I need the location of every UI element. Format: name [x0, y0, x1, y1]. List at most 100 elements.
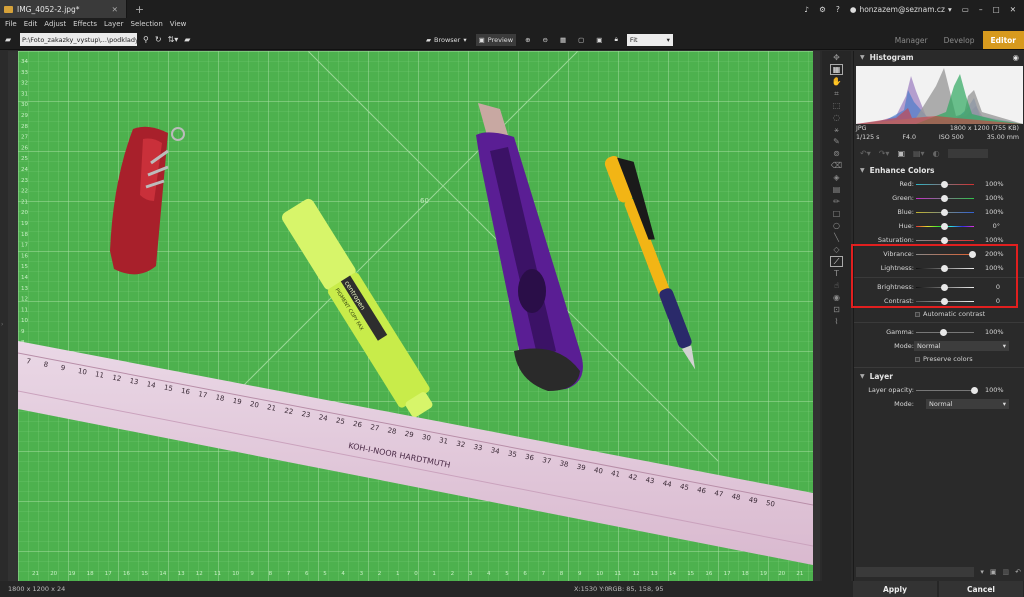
menu-edit[interactable]: Edit	[24, 20, 38, 28]
image-canvas[interactable]: 60 34 33 32 31 30 29 28 27 26 25 24 23 22 21 20 19 18 17 1…	[1, 51, 820, 581]
browser-button[interactable]: ▰ Browser ▾	[423, 34, 470, 46]
line-icon[interactable]: ╲	[830, 232, 843, 243]
fill-icon[interactable]: ◈	[830, 172, 843, 183]
lasso-icon[interactable]: ◌	[830, 112, 843, 123]
sort-icon[interactable]: ⇅▾	[168, 35, 179, 44]
stamp-icon[interactable]: ⊡	[830, 304, 843, 315]
user-account[interactable]: ● honzazem@seznam.cz ▾	[850, 5, 952, 14]
layer-mode-select[interactable]: Normal ▾	[926, 399, 1009, 409]
highlight-box	[851, 244, 1018, 308]
zoom-out-icon[interactable]: ⊖	[540, 34, 551, 46]
new-tab-icon[interactable]: +	[135, 3, 144, 16]
mat-side-number: 19	[21, 221, 28, 227]
eraser-icon[interactable]: ⌫	[830, 160, 843, 171]
tab-manager[interactable]: Manager	[887, 31, 936, 49]
warp-icon[interactable]: ⌇	[830, 316, 843, 327]
preserve-colors-checkbox[interactable]: Preserve colors	[915, 355, 973, 363]
smudge-icon[interactable]: ☝	[830, 280, 843, 291]
menu-effects[interactable]: Effects	[73, 20, 97, 28]
menu-selection[interactable]: Selection	[131, 20, 163, 28]
lock-icon[interactable]: 🔒︎	[611, 33, 620, 46]
window-restore-icon[interactable]: ▭	[962, 5, 969, 14]
menu-layer[interactable]: Layer	[104, 20, 124, 28]
menu-file[interactable]: File	[5, 20, 17, 28]
search-icon[interactable]: ⚲	[143, 35, 149, 44]
slider-knob[interactable]	[941, 195, 948, 202]
layer-header[interactable]: ▼ Layer	[854, 370, 1024, 383]
color-picker-icon[interactable]: ⟋	[830, 256, 843, 267]
maximize-icon[interactable]: □	[993, 5, 1000, 14]
fit-icon[interactable]: ▢	[575, 34, 587, 46]
adjustment-panel: ▼ Histogram ◉ JPG 1800 x 1200 (755 KB) 1/12…	[851, 51, 1024, 581]
mat-bottom-number: 13	[178, 571, 185, 577]
redeye-icon[interactable]: ◉	[830, 292, 843, 303]
layer-opacity-row: Layer opacity: 100%	[854, 383, 1024, 397]
crop-icon[interactable]: ⌗	[830, 88, 843, 99]
opacity-slider-knob[interactable]	[971, 387, 978, 394]
delete-icon[interactable]: ▥	[1003, 568, 1010, 576]
gamma-slider-knob[interactable]	[940, 329, 947, 336]
enhance-colors-header[interactable]: ▼ Enhance Colors	[854, 164, 1024, 177]
path-field[interactable]: P:\Foto_zakazky_vystup\...\podklady	[20, 33, 137, 46]
tab-editor[interactable]: Editor	[982, 31, 1024, 49]
slider-knob[interactable]	[941, 237, 948, 244]
rect-select-icon[interactable]: ⬚	[830, 100, 843, 111]
menu-adjust[interactable]: Adjust	[44, 20, 66, 28]
brush-icon[interactable]: ✎	[830, 136, 843, 147]
redo-icon[interactable]: ↷▾	[879, 149, 890, 158]
mat-bottom-number: 19	[760, 571, 767, 577]
histogram-options-icon[interactable]: ◉	[1012, 53, 1019, 62]
preset-select[interactable]	[856, 566, 975, 577]
move-icon[interactable]: ✥	[830, 52, 843, 63]
left-panel-toggle-icon[interactable]: ›	[1, 321, 3, 328]
preset-icon[interactable]	[947, 148, 988, 158]
blend-mode-select[interactable]: Normal ▾	[914, 341, 1009, 351]
pencil-icon[interactable]: ✏	[830, 196, 843, 207]
slider-knob[interactable]	[941, 209, 948, 216]
clone-icon[interactable]: ⊚	[830, 148, 843, 159]
gradient-icon[interactable]: ▤	[830, 184, 843, 195]
histogram-header[interactable]: ▼ Histogram ◉	[854, 51, 1024, 64]
apply-button[interactable]: Apply	[853, 581, 937, 597]
selection-tool-icon[interactable]: ▦	[830, 64, 843, 75]
opacity-slider-track[interactable]	[916, 390, 974, 391]
actual-size-icon[interactable]: ▦	[557, 34, 569, 46]
notification-bell-icon[interactable]: ♪	[804, 5, 809, 14]
zoom-select[interactable]: Fit ▾	[626, 33, 673, 46]
text-icon[interactable]: T	[830, 268, 843, 279]
close-tab-icon[interactable]: ✕	[112, 5, 118, 14]
shape-icon[interactable]: ◇	[830, 244, 843, 255]
filter-icon[interactable]: ◐	[933, 149, 940, 158]
tab-develop[interactable]: Develop	[936, 31, 983, 49]
fill-icon[interactable]: ▣	[593, 34, 605, 46]
adjust-icon[interactable]: ▤▾	[913, 149, 925, 158]
mat-side-number: 18	[21, 232, 28, 238]
enhance-colors-title: Enhance Colors	[869, 166, 935, 175]
help-icon[interactable]: ?	[836, 5, 840, 14]
zoom-in-icon[interactable]: ⊕	[522, 34, 533, 46]
auto-contrast-checkbox[interactable]: Automatic contrast	[915, 310, 985, 318]
settings-gear-icon[interactable]: ⚙	[819, 5, 826, 14]
menu-view[interactable]: View	[170, 20, 187, 28]
rectangle-icon[interactable]: □	[830, 208, 843, 219]
save-icon[interactable]: ▣	[990, 568, 997, 576]
document-tab[interactable]: IMG_4052-2.jpg* ✕	[0, 0, 127, 18]
reset-icon[interactable]: ↶	[1015, 568, 1021, 576]
save-preset-icon[interactable]: ▾	[980, 568, 984, 576]
ellipse-icon[interactable]: ○	[830, 220, 843, 231]
image-icon[interactable]: ▣	[897, 149, 905, 158]
refresh-icon[interactable]: ↻	[155, 35, 162, 44]
open-folder-icon[interactable]: ▰	[184, 35, 190, 44]
undo-icon[interactable]: ↶▾	[860, 149, 871, 158]
preview-button[interactable]: ▣ Preview	[475, 33, 517, 46]
close-window-icon[interactable]: ✕	[1010, 5, 1016, 14]
hand-icon[interactable]: ✋	[830, 76, 843, 87]
minimize-icon[interactable]: –	[979, 5, 983, 14]
magic-wand-icon[interactable]: ⚹	[830, 124, 843, 135]
slider-knob[interactable]	[941, 181, 948, 188]
cancel-button[interactable]: Cancel	[939, 581, 1023, 597]
folder-icon: ▰	[426, 35, 431, 44]
slider-knob[interactable]	[941, 223, 948, 230]
folder-icon[interactable]: ▰	[5, 35, 11, 44]
mat-bottom-number: 19	[68, 571, 75, 577]
